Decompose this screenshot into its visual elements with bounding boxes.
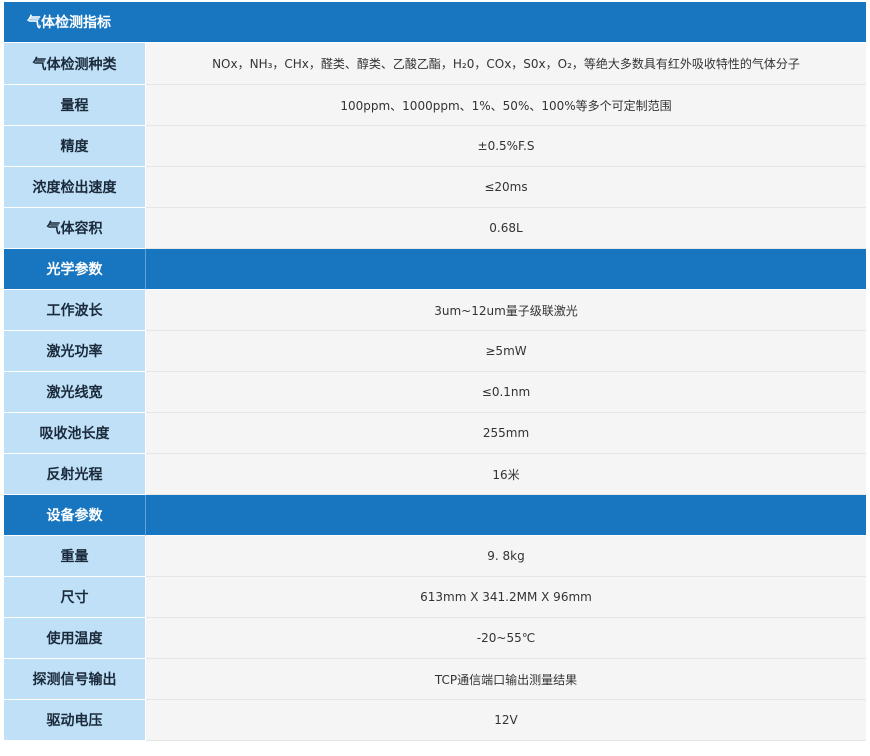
row-label: 工作波长 (4, 290, 146, 331)
row-label: 驱动电压 (4, 700, 146, 741)
row-value: 613mm X 341.2MM X 96mm (146, 577, 866, 618)
table-row: 精度 ±0.5%F.S (4, 126, 866, 167)
row-label: 气体容积 (4, 208, 146, 249)
table-row: 浓度检出速度 ≤20ms (4, 167, 866, 208)
table-row: 气体检测种类 NOx，NH₃，CHx，醛类、醇类、乙酸乙酯，H₂0，COx，S0… (4, 43, 866, 85)
row-value: NOx，NH₃，CHx，醛类、醇类、乙酸乙酯，H₂0，COx，S0x，O₂，等绝… (146, 43, 866, 85)
table-row: 探测信号输出 TCP通信端口输出测量结果 (4, 659, 866, 700)
table-row: 驱动电压 12V (4, 700, 866, 741)
row-label: 探测信号输出 (4, 659, 146, 700)
table-row: 激光功率 ≥5mW (4, 331, 866, 372)
row-value: TCP通信端口输出测量结果 (146, 659, 866, 700)
section-header-gas-detection: 气体检测指标 (4, 2, 866, 43)
section-title: 气体检测指标 (4, 2, 866, 43)
row-label: 气体检测种类 (4, 43, 146, 85)
row-label: 激光线宽 (4, 372, 146, 413)
row-label: 激光功率 (4, 331, 146, 372)
section-header-fill (146, 495, 866, 536)
row-label: 量程 (4, 85, 146, 126)
row-value: -20~55℃ (146, 618, 866, 659)
row-label: 浓度检出速度 (4, 167, 146, 208)
row-value: 9. 8kg (146, 536, 866, 577)
row-value: 12V (146, 700, 866, 741)
table-row: 使用温度 -20~55℃ (4, 618, 866, 659)
row-label: 使用温度 (4, 618, 146, 659)
row-value: ±0.5%F.S (146, 126, 866, 167)
row-label: 尺寸 (4, 577, 146, 618)
row-value: ≥5mW (146, 331, 866, 372)
table-row: 尺寸 613mm X 341.2MM X 96mm (4, 577, 866, 618)
table-row: 气体容积 0.68L (4, 208, 866, 249)
row-value: ≤20ms (146, 167, 866, 208)
section-header-fill (146, 249, 866, 290)
table-row: 工作波长 3um~12um量子级联激光 (4, 290, 866, 331)
row-label: 吸收池长度 (4, 413, 146, 454)
row-value: 3um~12um量子级联激光 (146, 290, 866, 331)
row-label: 精度 (4, 126, 146, 167)
row-value: ≤0.1nm (146, 372, 866, 413)
row-label: 重量 (4, 536, 146, 577)
table-row: 激光线宽 ≤0.1nm (4, 372, 866, 413)
row-value: 0.68L (146, 208, 866, 249)
row-value: 16米 (146, 454, 866, 495)
section-header-device: 设备参数 (4, 495, 866, 536)
table-row: 量程 100ppm、1000ppm、1%、50%、100%等多个可定制范围 (4, 85, 866, 126)
row-label: 反射光程 (4, 454, 146, 495)
row-value: 100ppm、1000ppm、1%、50%、100%等多个可定制范围 (146, 85, 866, 126)
table-row: 吸收池长度 255mm (4, 413, 866, 454)
section-title: 设备参数 (4, 495, 146, 536)
table-row: 反射光程 16米 (4, 454, 866, 495)
section-header-optical: 光学参数 (4, 249, 866, 290)
section-title: 光学参数 (4, 249, 146, 290)
table-row: 重量 9. 8kg (4, 536, 866, 577)
spec-table: 气体检测指标 气体检测种类 NOx，NH₃，CHx，醛类、醇类、乙酸乙酯，H₂0… (4, 2, 866, 741)
row-value: 255mm (146, 413, 866, 454)
